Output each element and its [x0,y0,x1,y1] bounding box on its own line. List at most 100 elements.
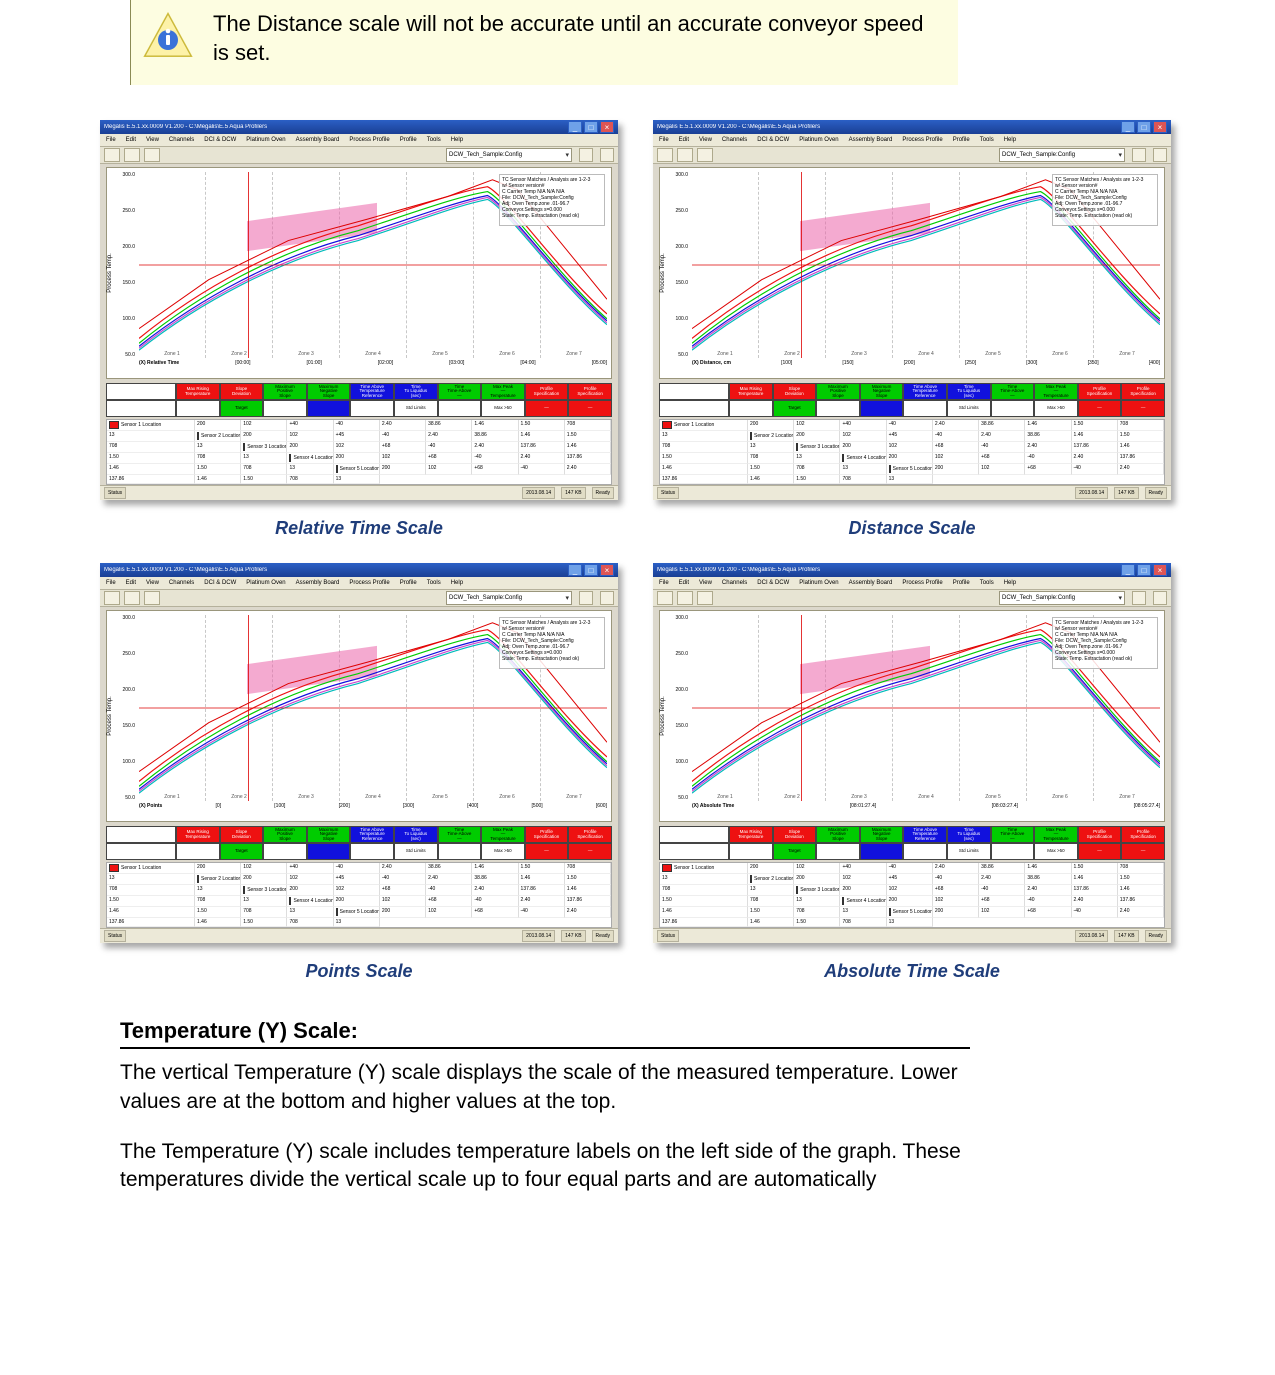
stat-header: TimeTime-Above— [438,383,482,400]
menu-item[interactable]: Tools [980,580,994,586]
profile-chart[interactable]: Process Temp.300.0250.0200.0150.0100.050… [106,167,612,379]
profile-chart[interactable]: Process Temp.300.0250.0200.0150.0100.050… [106,610,612,822]
menu-item[interactable]: Process Profile [349,137,389,143]
config-dropdown[interactable]: DCW_Tech_Sample:Config [446,591,572,605]
close-button[interactable]: × [600,121,614,133]
toolbar-button[interactable] [677,591,693,605]
status-bar: Status 2013.08.14 147 KB Ready [100,485,618,500]
minimize-button[interactable]: _ [1121,564,1135,576]
config-dropdown[interactable]: DCW_Tech_Sample:Config [999,148,1125,162]
menu-item[interactable]: File [659,137,669,143]
config-dropdown[interactable]: DCW_Tech_Sample:Config [446,148,572,162]
toolbar-button[interactable] [600,591,614,605]
table-cell: 1.50 [195,907,241,918]
menu-item[interactable]: Process Profile [349,580,389,586]
menu-item[interactable]: Edit [679,580,689,586]
menu-item[interactable]: Profile [953,580,970,586]
menu-item[interactable]: Channels [722,580,747,586]
menu-item[interactable]: Assembly Board [849,580,893,586]
menu-item[interactable]: Tools [427,137,441,143]
menu-item[interactable]: View [146,580,159,586]
menu-item[interactable]: View [146,137,159,143]
toolbar-button[interactable] [657,591,673,605]
menu-item[interactable]: Assembly Board [296,580,340,586]
config-dropdown[interactable]: DCW_Tech_Sample:Config [999,591,1125,605]
menu-item[interactable]: File [106,137,116,143]
table-cell: 200 [380,464,426,475]
menu-item[interactable]: Help [1004,580,1016,586]
menu-item[interactable]: File [659,580,669,586]
menu-item[interactable]: Channels [722,137,747,143]
minimize-button[interactable]: _ [568,121,582,133]
menu-item[interactable]: Help [1004,137,1016,143]
menu-bar[interactable]: File Edit View Channels DCI & DCW Platinum Ov… [653,577,1171,590]
table-cell: 102 [241,863,287,874]
status-date: 2013.08.14 [522,930,555,942]
toolbar-button[interactable] [144,148,160,162]
menu-item[interactable]: Help [451,580,463,586]
close-button[interactable]: × [1153,121,1167,133]
minimize-button[interactable]: _ [1121,121,1135,133]
menu-item[interactable]: Profile [400,580,417,586]
table-cell: +45 [887,874,933,885]
minimize-button[interactable]: _ [568,564,582,576]
menu-bar[interactable]: File Edit View Channels DCI & DCW Platinum Ov… [653,134,1171,147]
menu-item[interactable]: Process Profile [902,580,942,586]
toolbar-button[interactable] [144,591,160,605]
toolbar-button[interactable] [124,148,140,162]
table-row-label: Sensor 3 Location [794,885,840,896]
menu-item[interactable]: Channels [169,580,194,586]
menu-item[interactable]: DCI & DCW [757,580,789,586]
close-button[interactable]: × [600,564,614,576]
menu-item[interactable]: Profile [953,137,970,143]
menu-bar[interactable]: File Edit View Channels DCI & DCW Platinum Ov… [100,577,618,590]
toolbar-button[interactable] [579,591,593,605]
menu-item[interactable]: Platinum Oven [246,580,285,586]
menu-item[interactable]: Channels [169,137,194,143]
maximize-button[interactable]: □ [584,564,598,576]
toolbar-button[interactable] [124,591,140,605]
table-cell: -40 [979,885,1025,896]
menu-item[interactable]: Assembly Board [849,137,893,143]
menu-item[interactable]: Process Profile [902,137,942,143]
menu-item[interactable]: Platinum Oven [246,137,285,143]
table-cell: 200 [195,420,241,431]
menu-item[interactable]: Tools [427,580,441,586]
menu-item[interactable]: Edit [126,580,136,586]
menu-item[interactable]: DCI & DCW [757,137,789,143]
toolbar-button[interactable] [1132,591,1146,605]
table-cell: 1.46 [107,464,195,475]
menu-item[interactable]: DCI & DCW [204,580,236,586]
menu-item[interactable]: Help [451,137,463,143]
toolbar-button[interactable] [104,591,120,605]
toolbar-button[interactable] [1153,591,1167,605]
menu-item[interactable]: Profile [400,137,417,143]
maximize-button[interactable]: □ [1137,121,1151,133]
profile-chart[interactable]: Process Temp.300.0250.0200.0150.0100.050… [659,167,1165,379]
maximize-button[interactable]: □ [584,121,598,133]
toolbar-button[interactable] [697,591,713,605]
menu-item[interactable]: Tools [980,137,994,143]
menu-item[interactable]: Assembly Board [296,137,340,143]
menu-item[interactable]: Edit [126,137,136,143]
menu-item[interactable]: Platinum Oven [799,137,838,143]
table-cell: 200 [748,420,794,431]
menu-item[interactable]: File [106,580,116,586]
toolbar-button[interactable] [579,148,593,162]
close-button[interactable]: × [1153,564,1167,576]
menu-item[interactable]: View [699,137,712,143]
profile-chart[interactable]: Process Temp.300.0250.0200.0150.0100.050… [659,610,1165,822]
menu-item[interactable]: Platinum Oven [799,580,838,586]
toolbar-button[interactable] [697,148,713,162]
toolbar-button[interactable] [104,148,120,162]
toolbar-button[interactable] [657,148,673,162]
menu-item[interactable]: View [699,580,712,586]
menu-item[interactable]: Edit [679,137,689,143]
toolbar-button[interactable] [1132,148,1146,162]
menu-item[interactable]: DCI & DCW [204,137,236,143]
menu-bar[interactable]: File Edit View Channels DCI & DCW Platinum Ov… [100,134,618,147]
toolbar-button[interactable] [600,148,614,162]
toolbar-button[interactable] [1153,148,1167,162]
maximize-button[interactable]: □ [1137,564,1151,576]
toolbar-button[interactable] [677,148,693,162]
